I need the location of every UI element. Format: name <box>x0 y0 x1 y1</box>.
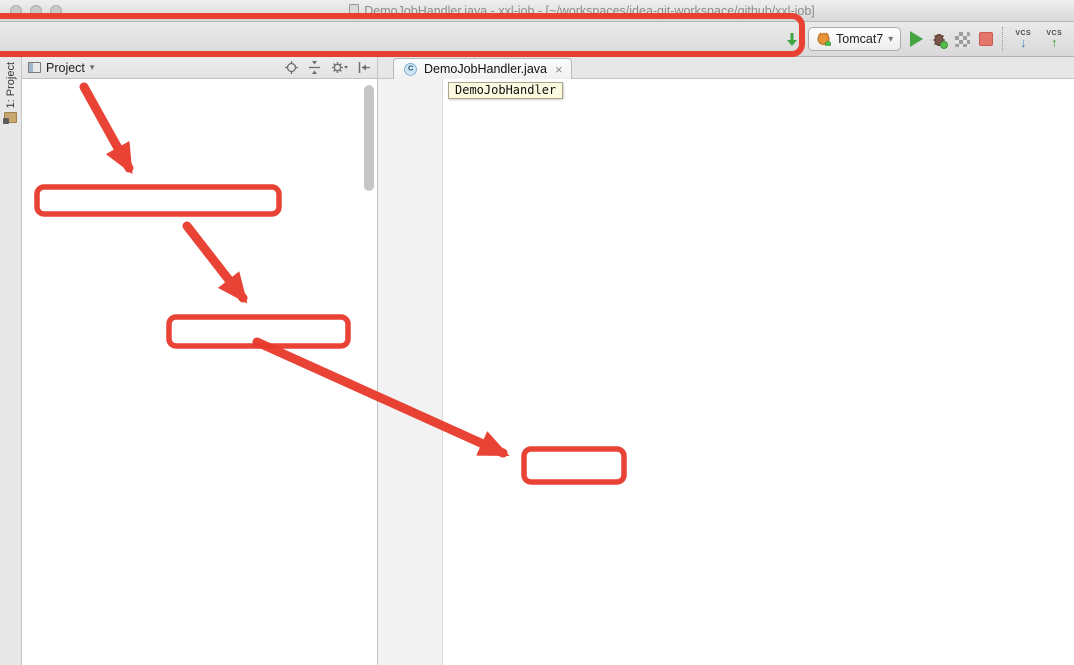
project-tool-icon <box>4 112 17 123</box>
collapse-all-icon <box>308 61 321 74</box>
run-icon <box>910 31 923 47</box>
panel-title: Project <box>46 61 85 75</box>
bug-icon <box>932 32 946 47</box>
editor-tab-label: DemoJobHandler.java <box>424 62 547 76</box>
close-window-button[interactable] <box>10 5 22 17</box>
project-panel-icon <box>28 62 41 73</box>
main-toolbar: Tomcat7 ▾ VCS VCS <box>0 22 1074 57</box>
stop-icon <box>979 32 993 46</box>
close-icon[interactable]: × <box>555 62 563 77</box>
toolbar-actions: Tomcat7 ▾ VCS VCS <box>780 27 1065 51</box>
zoom-window-button[interactable] <box>50 5 62 17</box>
chevron-down-icon[interactable]: ▾ <box>90 62 95 73</box>
class-icon <box>403 62 417 76</box>
locate-button[interactable] <box>285 61 298 74</box>
coverage-icon <box>955 32 970 47</box>
panel-toolbar <box>285 61 371 74</box>
run-button[interactable] <box>910 31 923 47</box>
vcs-commit-button[interactable]: VCS <box>1043 30 1065 49</box>
class-name-popup: DemoJobHandler <box>448 82 563 99</box>
code-editor[interactable]: DemoJobHandler <box>378 79 1074 665</box>
dock-left-icon <box>358 61 371 74</box>
breadcrumb <box>0 22 780 56</box>
gear-icon <box>331 61 348 74</box>
crosshair-icon <box>285 61 298 74</box>
coverage-button[interactable] <box>955 32 970 47</box>
document-icon <box>349 4 359 17</box>
settings-button[interactable] <box>331 61 348 74</box>
window-title-wrap: DemoJobHandler.java - xxl-job - [~/works… <box>349 4 815 18</box>
vcs-update-button[interactable]: VCS <box>1012 30 1034 49</box>
scrollbar-thumb[interactable] <box>364 85 374 191</box>
editor-tab[interactable]: DemoJobHandler.java × <box>393 58 572 79</box>
project-panel: Project ▾ <box>22 57 378 665</box>
window-controls <box>10 5 62 17</box>
collapse-all-button[interactable] <box>308 61 321 74</box>
chevron-down-icon: ▾ <box>888 34 893 45</box>
minimize-window-button[interactable] <box>30 5 42 17</box>
project-panel-header: Project ▾ <box>22 57 377 79</box>
vcs-commit-arrow-icon <box>1051 36 1058 49</box>
tool-window-button-project[interactable]: 1: Project <box>0 57 21 123</box>
tool-window-bar: 1: Project <box>0 57 22 665</box>
editor-pane: DemoJobHandler.java × DemoJobHandler <box>378 57 1074 665</box>
window-title: DemoJobHandler.java - xxl-job - [~/works… <box>364 4 815 18</box>
application-window: DemoJobHandler.java - xxl-job - [~/works… <box>0 0 1074 665</box>
editor-tab-bar: DemoJobHandler.java × <box>378 57 1074 79</box>
update-indicator-button[interactable] <box>786 32 799 47</box>
debug-button[interactable] <box>932 32 946 47</box>
hide-panel-button[interactable] <box>358 61 371 74</box>
run-configuration-select[interactable]: Tomcat7 ▾ <box>808 27 901 51</box>
stop-button[interactable] <box>979 32 993 46</box>
project-dock-label: 1: Project <box>5 62 17 108</box>
title-bar: DemoJobHandler.java - xxl-job - [~/works… <box>0 0 1074 22</box>
project-tree <box>22 79 377 665</box>
editor-gutter <box>378 79 443 665</box>
toolbar-separator <box>1002 27 1003 51</box>
tomcat-icon <box>816 32 831 46</box>
green-down-arrow-icon <box>786 32 799 47</box>
vcs-update-arrow-icon <box>1020 36 1027 49</box>
run-configuration-label: Tomcat7 <box>836 32 883 46</box>
